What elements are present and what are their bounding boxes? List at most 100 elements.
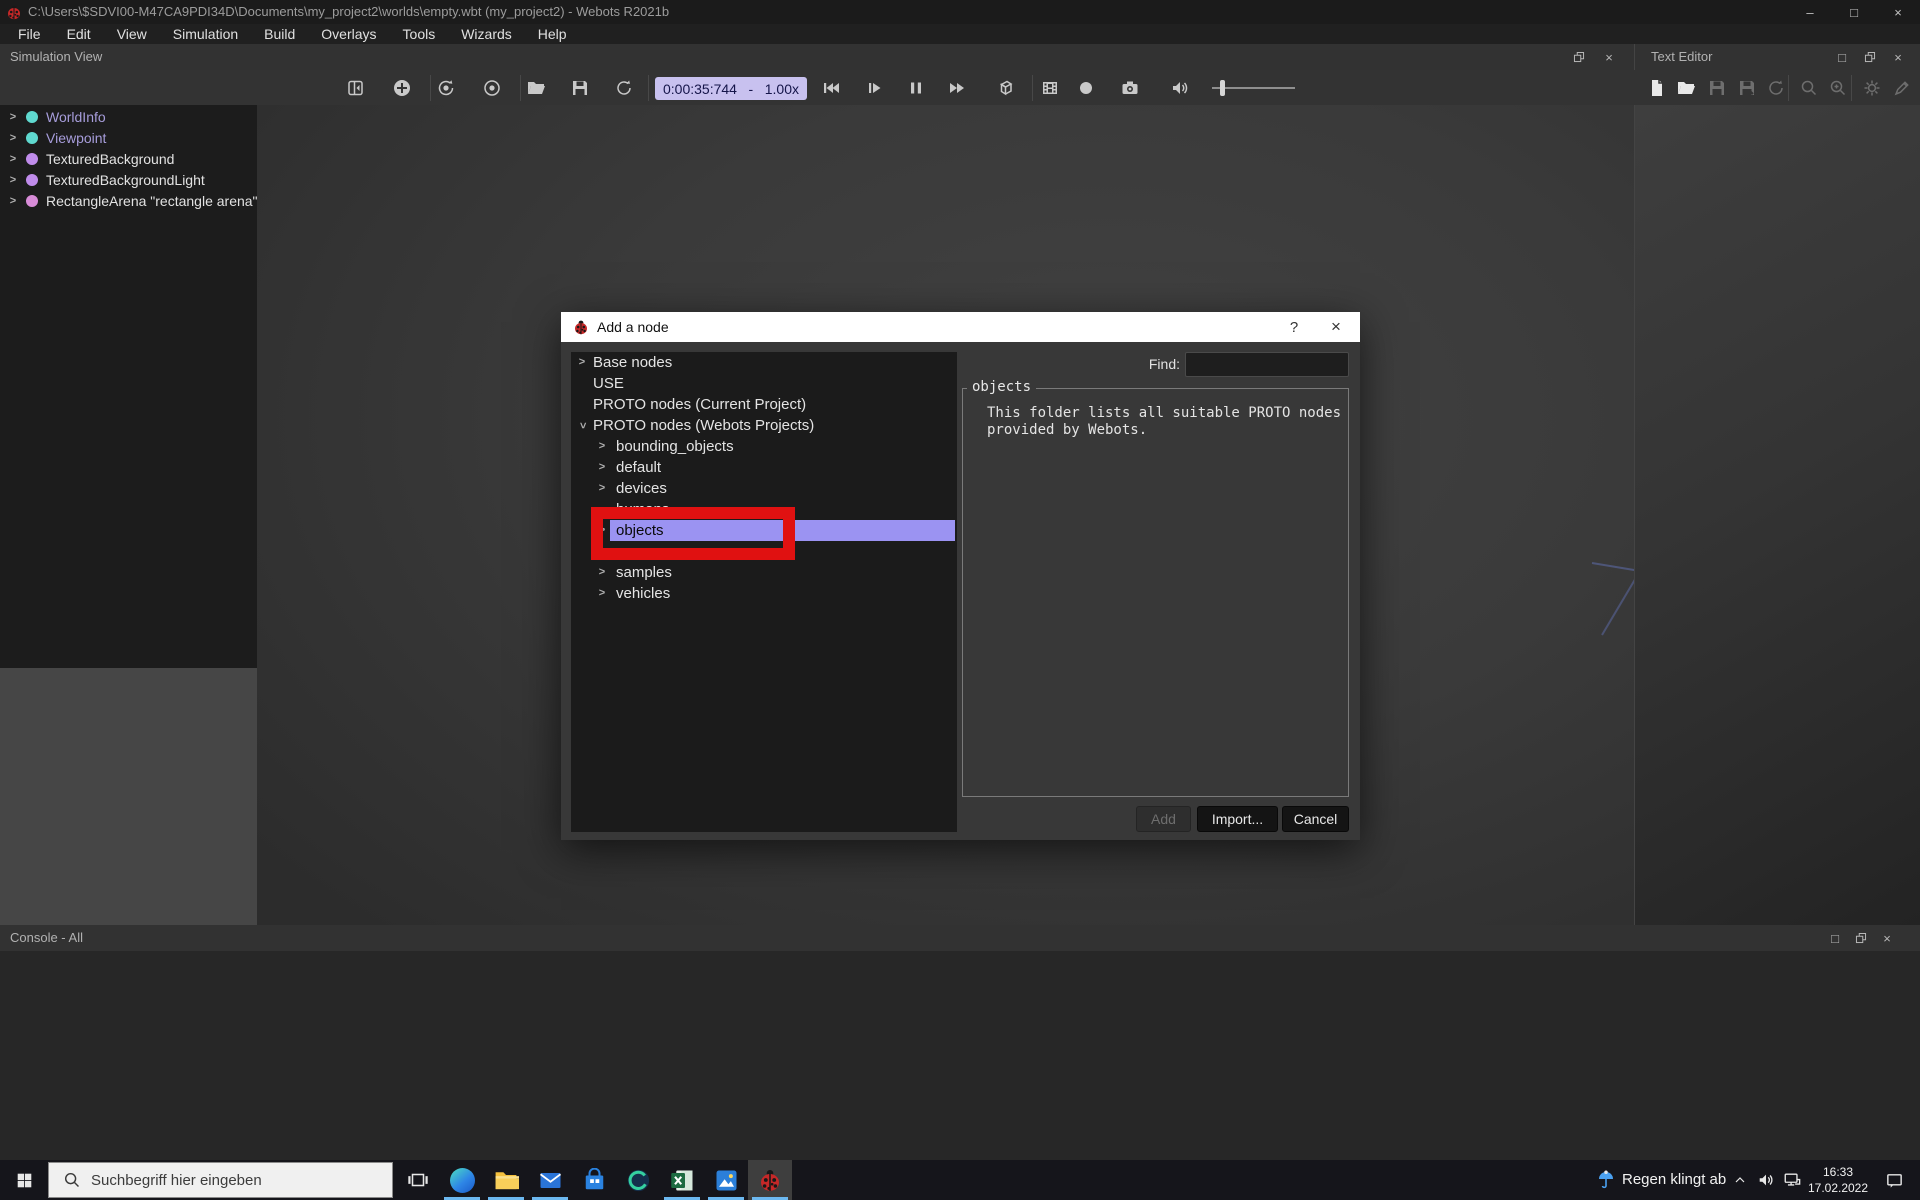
menu-overlays[interactable]: Overlays [308,24,389,44]
chevron-down-icon[interactable]: > [572,421,593,431]
action-center-icon[interactable] [1882,1168,1906,1192]
taskbar-app-mail[interactable] [528,1160,572,1200]
simulation-view-close-button[interactable]: × [1596,45,1622,69]
fast-forward-icon[interactable] [943,77,971,99]
console-maximize-button[interactable]: □ [1822,926,1848,950]
dialog-tree-item-samples[interactable]: > samples [571,562,957,583]
console-close-button[interactable]: × [1874,926,1900,950]
add-button[interactable]: Add [1136,806,1191,832]
taskbar-app-excel[interactable] [660,1160,704,1200]
hide-scene-tree-icon[interactable] [342,77,370,99]
volume-slider-handle[interactable] [1220,80,1225,96]
movie-icon[interactable] [1036,77,1064,99]
dialog-titlebar[interactable]: Add a node ? × [561,312,1360,342]
find-icon[interactable] [1795,77,1823,99]
menu-wizards[interactable]: Wizards [448,24,525,44]
center-view-icon[interactable] [478,77,506,99]
chevron-right-icon[interactable]: > [597,562,607,583]
chevron-right-icon[interactable]: > [597,436,607,457]
menu-edit[interactable]: Edit [54,24,104,44]
new-file-icon[interactable] [1643,77,1671,99]
dialog-tree-item-bounding-objects[interactable]: > bounding_objects [571,436,957,457]
screenshot-icon[interactable] [1116,77,1144,99]
dialog-tree-item-proto-current-project[interactable]: PROTO nodes (Current Project) [571,394,957,415]
search-input[interactable] [91,1172,361,1189]
scene-tree-item-texturedbackground[interactable]: > TexturedBackground [0,149,257,170]
revert-file-icon[interactable] [1762,77,1790,99]
dialog-close-button[interactable]: × [1321,312,1351,342]
chevron-right-icon[interactable]: > [577,352,587,373]
dialog-tree-item-proto-webots-projects[interactable]: > PROTO nodes (Webots Projects) [571,415,957,436]
import-button[interactable]: Import... [1197,806,1278,832]
restore-viewpoint-icon[interactable] [432,77,460,99]
open-world-icon[interactable] [522,77,550,99]
console-output[interactable] [0,951,1920,1160]
chevron-right-icon[interactable]: > [8,170,18,191]
weather-icon[interactable] [1594,1168,1618,1192]
dialog-help-button[interactable]: ? [1279,312,1309,342]
chevron-right-icon[interactable]: > [8,107,18,128]
text-editor-content[interactable] [1634,105,1920,925]
text-editor-maximize-button[interactable]: □ [1829,45,1855,69]
search-icon [63,1171,81,1189]
dialog-tree-item-vehicles[interactable]: > vehicles [571,583,957,604]
taskbar-search-box[interactable] [48,1162,393,1198]
scene-tree-item-viewpoint[interactable]: > Viewpoint [0,128,257,149]
record-icon[interactable] [1072,77,1100,99]
run-3d-icon[interactable] [992,77,1020,99]
dialog-tree-item-use[interactable]: USE [571,373,957,394]
scene-tree-item-rectanglearena[interactable]: > RectangleArena "rectangle arena" [0,191,257,212]
taskbar-app-photos[interactable] [704,1160,748,1200]
menu-tools[interactable]: Tools [390,24,449,44]
dialog-tree-item-base-nodes[interactable]: > Base nodes [571,352,957,373]
start-button[interactable] [0,1160,48,1200]
taskbar-app-edge[interactable] [440,1160,484,1200]
scene-tree-item-worldinfo[interactable]: > WorldInfo [0,107,257,128]
rewind-icon[interactable] [817,77,845,99]
chevron-right-icon[interactable]: > [8,191,18,212]
window-close-button[interactable]: × [1876,0,1920,24]
weather-status-text[interactable]: Regen klingt ab [1622,1171,1726,1188]
taskbar-app-circular[interactable] [616,1160,660,1200]
tray-chevron-up-icon[interactable] [1728,1168,1752,1192]
chevron-right-icon[interactable]: > [8,128,18,149]
taskbar-app-file-explorer[interactable] [484,1160,528,1200]
add-node-icon[interactable] [388,77,416,99]
pause-icon[interactable] [902,77,930,99]
text-editor-close-button[interactable]: × [1885,45,1911,69]
find-input[interactable] [1185,352,1349,377]
save-file-icon[interactable] [1703,77,1731,99]
task-view-button[interactable] [396,1160,440,1200]
menu-file[interactable]: File [5,24,54,44]
chevron-right-icon[interactable]: > [8,149,18,170]
menu-simulation[interactable]: Simulation [160,24,251,44]
step-icon[interactable] [861,77,889,99]
scene-tree-item-texturedbackgroundlight[interactable]: > TexturedBackgroundLight [0,170,257,191]
chevron-right-icon[interactable]: > [597,478,607,499]
menu-help[interactable]: Help [525,24,580,44]
cancel-button[interactable]: Cancel [1282,806,1349,832]
save-world-icon[interactable] [566,77,594,99]
taskbar-app-webots-active[interactable] [748,1160,792,1200]
open-file-icon[interactable] [1672,77,1700,99]
preferences-gear-icon[interactable] [1858,77,1886,99]
find-replace-icon[interactable] [1824,77,1852,99]
tray-volume-icon[interactable] [1754,1168,1778,1192]
dialog-tree-item-devices[interactable]: > devices [571,478,957,499]
save-as-file-icon[interactable] [1733,77,1761,99]
taskbar-app-store[interactable] [572,1160,616,1200]
chevron-right-icon[interactable]: > [597,583,607,604]
window-maximize-button[interactable]: □ [1832,0,1876,24]
menu-view[interactable]: View [104,24,160,44]
text-editor-float-button[interactable] [1857,45,1883,69]
chevron-right-icon[interactable]: > [597,457,607,478]
window-minimize-button[interactable]: – [1788,0,1832,24]
menu-build[interactable]: Build [251,24,308,44]
console-float-button[interactable] [1848,926,1874,950]
dialog-tree-item-default[interactable]: > default [571,457,957,478]
edit-pen-icon[interactable] [1888,77,1916,99]
simulation-view-float-button[interactable] [1566,45,1592,69]
tray-clock[interactable]: 16:33 17.02.2022 [1796,1164,1880,1196]
reload-world-icon[interactable] [610,77,638,99]
sound-icon[interactable] [1166,77,1194,99]
